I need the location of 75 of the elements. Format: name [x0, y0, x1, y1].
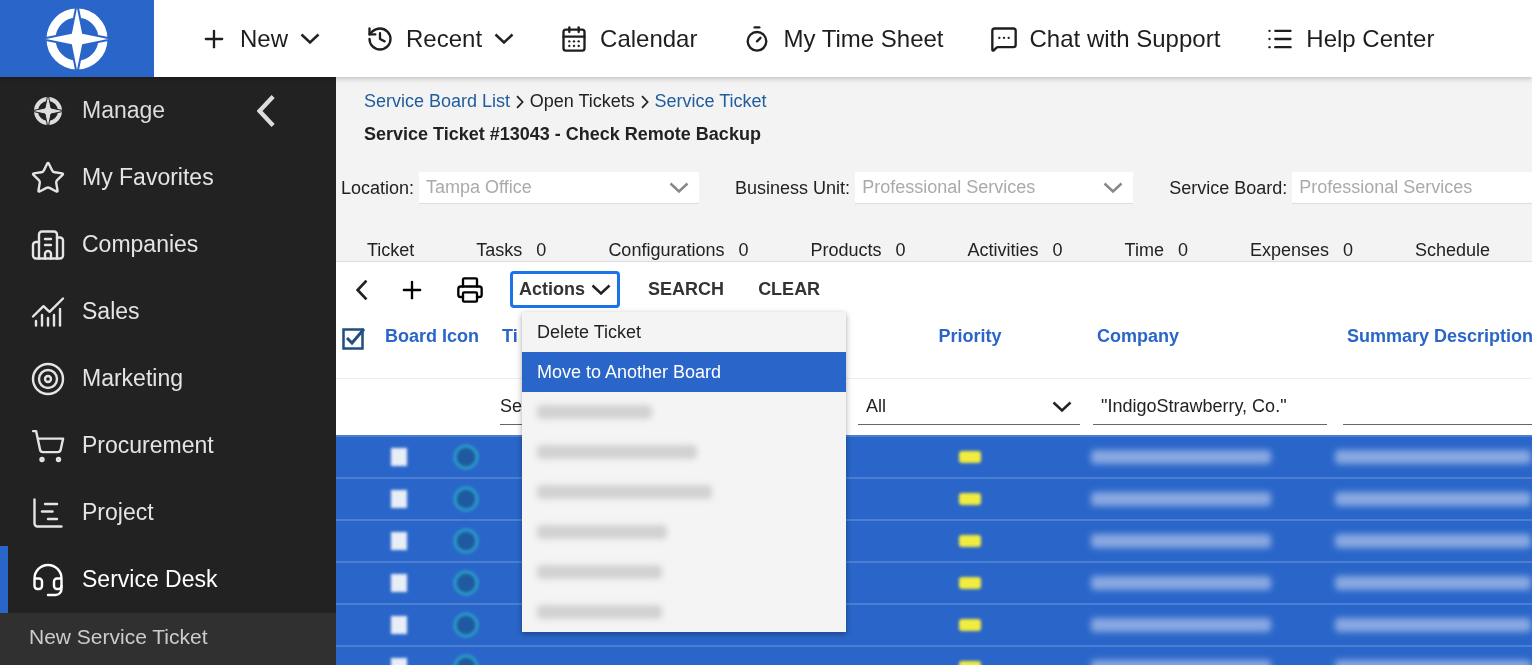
headset-icon: [30, 561, 66, 598]
tab[interactable]: Ticket: [336, 240, 446, 261]
column-header[interactable]: Priority: [938, 326, 1002, 347]
nav-item[interactable]: Recent: [366, 24, 515, 53]
toolbar-button[interactable]: CLEAR: [752, 275, 827, 304]
tab[interactable]: Configurations 0: [577, 240, 780, 261]
document-icon: [388, 572, 410, 594]
chevron-down-icon: [669, 182, 690, 193]
toolbar-button[interactable]: SEARCH: [642, 275, 731, 304]
status-icon: [452, 443, 480, 471]
cart-icon: [30, 427, 66, 464]
history-icon: [366, 24, 394, 53]
status-icon: [452, 485, 480, 513]
breadcrumb-link[interactable]: Service Ticket: [654, 91, 767, 112]
nav-item[interactable]: My Time Sheet: [743, 24, 944, 53]
chevron-down-icon: [1052, 401, 1072, 412]
field-label: Location:: [341, 177, 415, 199]
chevron-right-icon: [516, 94, 524, 109]
tab[interactable]: Tasks 0: [445, 240, 578, 261]
priority-icon: [957, 532, 983, 550]
star-icon: [30, 159, 66, 196]
tab[interactable]: Activities 0: [936, 240, 1094, 261]
field-label: Business Unit:: [735, 177, 851, 199]
column-header[interactable]: Summary Description: [1347, 326, 1532, 347]
sidebar-item[interactable]: Sales: [0, 278, 336, 345]
sidebar-subitem[interactable]: New Service Ticket: [0, 613, 336, 665]
chevron-right-icon: [640, 94, 649, 109]
filter-field[interactable]: "IndigoStrawberry, Co.": [1093, 389, 1327, 425]
chat-icon: [989, 24, 1018, 53]
field-label: Service Board:: [1169, 177, 1288, 199]
breadcrumb-item[interactable]: Open Tickets: [529, 91, 635, 112]
tab[interactable]: Products 0: [779, 240, 937, 261]
sidebar-item[interactable]: Marketing: [0, 345, 336, 412]
priority-icon: [957, 448, 983, 466]
calendar-icon: [560, 24, 589, 53]
chevron-down-icon: [591, 284, 612, 295]
tab[interactable]: Time 0: [1093, 240, 1219, 261]
sidebar-item[interactable]: Project: [0, 479, 336, 546]
document-icon: [388, 488, 410, 510]
column-header[interactable]: Company: [1097, 326, 1179, 347]
back-icon: [356, 278, 369, 301]
column-header[interactable]: Ti: [502, 326, 518, 347]
collapse-icon: [257, 93, 276, 128]
priority-icon: [957, 490, 983, 508]
nav-item[interactable]: Calendar: [560, 24, 698, 53]
sidebar-item[interactable]: Procurement: [0, 412, 336, 479]
menu-item[interactable]: Move to Another Board: [522, 352, 846, 392]
nav-item[interactable]: New: [200, 24, 320, 53]
nav-item[interactable]: Chat with Support: [989, 24, 1221, 53]
sidebar-item[interactable]: Companies: [0, 211, 336, 278]
document-icon: [388, 446, 410, 468]
nav-item[interactable]: Help Center: [1266, 24, 1435, 53]
column-header[interactable]: Board Icon: [385, 326, 479, 347]
actions-button[interactable]: Actions: [510, 271, 621, 308]
compass-icon: [30, 92, 66, 129]
sidebar-item[interactable]: My Favorites: [0, 144, 336, 211]
page-title: Service Ticket #13043 - Check Remote Backup: [363, 123, 762, 145]
target-icon: [30, 360, 66, 397]
printer-icon: [456, 275, 485, 304]
status-icon: [452, 527, 480, 555]
chevron-down-icon: [1103, 182, 1124, 193]
select-all-checkbox[interactable]: [342, 326, 366, 350]
sidebar-heading: Manage: [82, 97, 167, 124]
status-icon: [452, 611, 480, 639]
tab[interactable]: Schedule: [1384, 240, 1522, 261]
priority-icon: [957, 616, 983, 634]
menu-item[interactable]: Delete Ticket: [522, 312, 846, 352]
breadcrumb-link[interactable]: Service Board List: [364, 91, 511, 112]
filter-field[interactable]: Se: [500, 389, 839, 425]
document-icon: [388, 614, 410, 636]
document-icon: [388, 530, 410, 552]
priority-icon: [957, 574, 983, 592]
priority-filter[interactable]: All: [858, 389, 1080, 425]
status-icon: [452, 569, 480, 597]
tab[interactable]: Expenses 0: [1218, 240, 1384, 261]
